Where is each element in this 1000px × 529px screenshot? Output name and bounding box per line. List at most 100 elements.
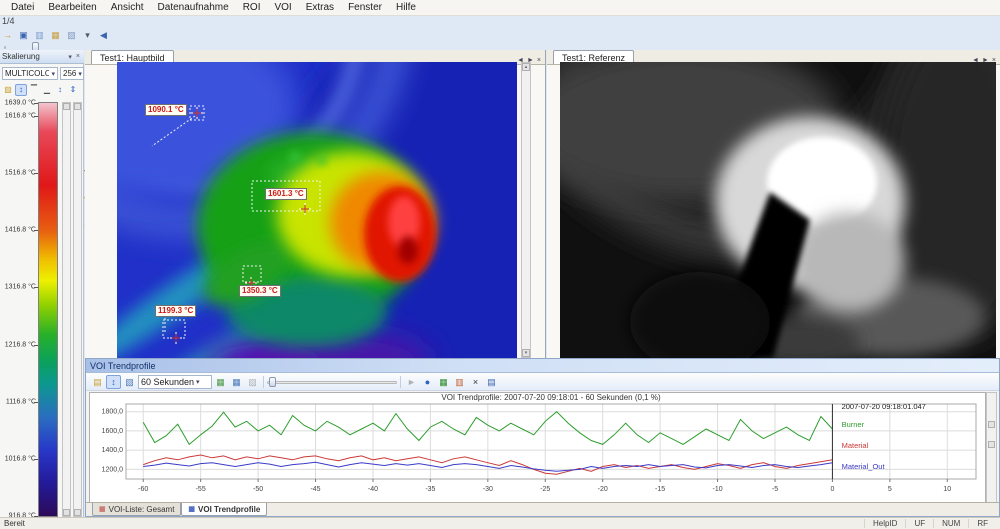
scale-value-label: 1016.8 °C [5,456,36,463]
scroll-down-icon[interactable]: ▾ [522,349,530,357]
scale-min-down-icon[interactable] [74,509,81,516]
menu-roi[interactable]: ROI [236,1,268,14]
main-image-vscrollbar[interactable]: ▴ ▾ [521,62,531,358]
export-trend-icon[interactable]: ▦ [213,375,228,389]
svg-text:1200,0: 1200,0 [102,466,124,473]
chevron-down-icon: ▾ [51,70,55,78]
menu-extras[interactable]: Extras [299,1,341,14]
svg-text:1800,0: 1800,0 [102,409,124,416]
chart-scroll-down-icon[interactable] [988,441,995,448]
scale-tick [34,173,38,174]
menu-hilfe[interactable]: Hilfe [389,1,423,14]
print-chart-icon[interactable]: ▤ [484,375,499,389]
close-icon[interactable]: × [74,53,82,60]
export-image-icon[interactable]: ▦ [229,375,244,389]
scale-adjust-strip-max[interactable] [62,102,71,517]
show-values-icon[interactable]: ● [420,375,435,389]
svg-text:-30: -30 [483,486,493,493]
voi-tab-voi-liste-gesamt[interactable]: ▦VOI-Liste: Gesamt [92,503,181,516]
export-image-icon[interactable]: ▦ [48,28,63,42]
scale-min-up-icon[interactable] [74,103,81,110]
scale-value-label: 1416.8 °C [5,227,36,234]
chart-autoscale-icon[interactable]: ↕ [106,375,121,389]
copy-chart-icon[interactable]: ▤ [90,375,105,389]
scale-value-label: 1116.8 °C [6,399,36,406]
scale-max-up-icon[interactable] [63,103,70,110]
color-scale-bar[interactable] [38,102,58,517]
more-file-options-icon[interactable]: ▾ [80,28,95,42]
save-icon[interactable]: ▣ [16,28,31,42]
save-trend-icon[interactable]: ▨ [245,375,260,389]
toolbar-separator [400,376,401,388]
menu-voi[interactable]: VOI [267,1,298,14]
scroll-up-icon[interactable]: ▴ [522,63,530,71]
status-rf: RF [968,519,996,528]
audio-icon[interactable]: ◀ [96,28,111,42]
palette-combo[interactable]: MULTICOLOF ▾ [2,67,58,80]
svg-text:-25: -25 [540,486,550,493]
svg-text:-60: -60 [138,486,148,493]
svg-text:Burner: Burner [842,420,865,429]
min-limit-icon[interactable]: ▁ [41,84,53,96]
roi-outline [163,320,185,338]
slider-track [4,46,6,49]
pin-icon[interactable]: ▾ [66,53,74,61]
temperature-annotation[interactable]: 1601.3 °C [265,188,307,200]
compress-scale-icon[interactable]: ⇕ [67,84,79,96]
temperature-annotation[interactable]: 1199.3 °C [155,305,196,317]
temperature-annotation[interactable]: 1350.3 °C [239,285,281,297]
voi-tab-voi-trendprofile[interactable]: ▦VOI Trendprofile [181,503,267,516]
thermal-image[interactable]: 1090.1 °C 1601.3 °C 1350.3 °C 1199.3 °C [117,62,517,358]
excel-export-icon[interactable]: ▦ [436,375,451,389]
menu-bearbeiten[interactable]: Bearbeiten [41,1,103,14]
autoscale-icon[interactable]: ↕ [15,84,27,96]
tab-label: VOI Trendprofile [198,505,260,514]
temperature-annotation[interactable]: 1090.1 °C [145,104,187,116]
status-ready: Bereit [4,519,25,528]
svg-text:Material_Out: Material_Out [842,462,886,471]
svg-text:-10: -10 [712,486,722,493]
expand-scale-icon[interactable]: ↕ [54,84,66,96]
menu-bar: DateiBearbeitenAnsichtDatenaufnahmeROIVO… [0,0,1000,16]
trend-scroll-slider[interactable] [267,377,397,387]
tab-close-icon[interactable]: × [537,57,541,64]
scale-tick [34,287,38,288]
voi-trend-panel: VOI Trendprofile ▤↕▧ 60 Sekunden ▾ ▦▦▨ ►… [85,358,1000,517]
menu-fenster[interactable]: Fenster [341,1,389,14]
scale-adjust-strip-min[interactable] [73,102,82,517]
palette-icon[interactable]: ▨ [2,84,14,96]
svg-text:10: 10 [943,486,951,493]
chart-zoom-icon[interactable]: ▧ [122,375,137,389]
svg-text:-45: -45 [310,486,320,493]
pointer-trend-icon[interactable]: ► [404,375,419,389]
reference-image[interactable] [560,62,996,358]
levels-combo[interactable]: 256 ▾ [60,67,84,80]
scale-tick [34,345,38,346]
max-limit-icon[interactable]: ▔ [28,84,40,96]
slider-thumb[interactable] [269,377,276,387]
scale-max-down-icon[interactable] [63,509,70,516]
range-forward-icon[interactable]: → [0,28,15,42]
voi-toolbar: ▤↕▧ 60 Sekunden ▾ ▦▦▨ ►●▦▥×▤ [86,373,999,391]
svg-text:VOI Trendprofile: 2007-07-20 0: VOI Trendprofile: 2007-07-20 09:18:01 - … [441,393,661,402]
chart-settings-icon[interactable]: ▥ [452,375,467,389]
svg-text:-55: -55 [196,486,206,493]
chevron-down-icon: ▾ [196,378,200,386]
scale-tick [34,103,38,104]
menu-datei[interactable]: Datei [4,1,41,14]
menu-datenaufnahme[interactable]: Datenaufnahme [151,1,236,14]
print-image-icon[interactable]: ▧ [64,28,79,42]
interval-combo[interactable]: 60 Sekunden ▾ [138,375,212,389]
scale-tick [34,459,38,460]
trend-chart[interactable]: -60-55-50-45-40-35-30-25-20-15-10-505101… [89,392,986,503]
svg-text:-5: -5 [772,486,778,493]
delete-series-icon[interactable]: × [468,375,483,389]
chart-vscrollbar[interactable] [986,392,997,503]
scale-value-label: 1316.8 °C [5,284,36,291]
status-bar: Bereit HelpIDUFNUMRF [0,517,1000,529]
menu-ansicht[interactable]: Ansicht [104,1,151,14]
copy-image-icon[interactable]: ▥ [32,28,47,42]
chart-scroll-up-icon[interactable] [988,421,995,428]
tab-grid-icon: ▦ [99,505,106,513]
voi-panel-title: VOI Trendprofile [90,361,156,371]
